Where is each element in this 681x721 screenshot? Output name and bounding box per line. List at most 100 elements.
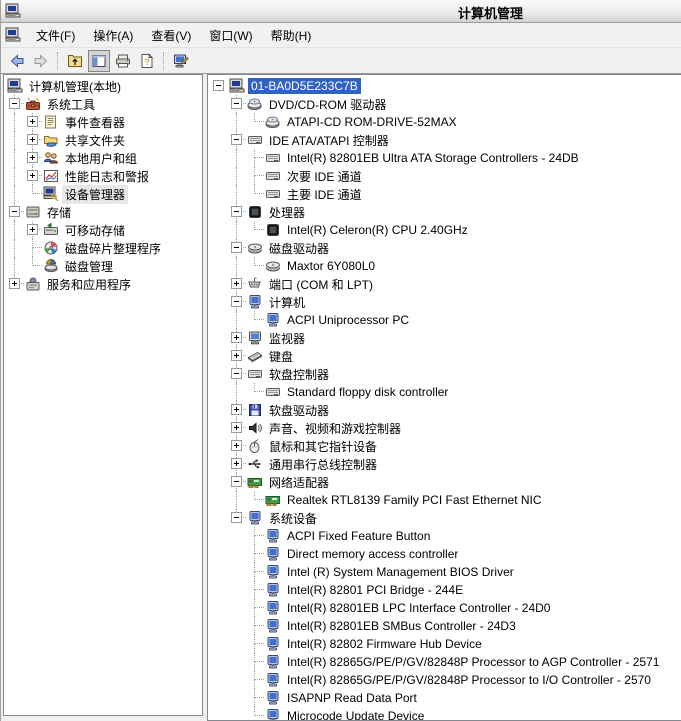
tree-node-label[interactable]: Direct memory access controller	[284, 546, 461, 562]
tree-node-label[interactable]: Standard floppy disk controller	[284, 384, 451, 400]
collapse-icon[interactable]	[231, 296, 242, 307]
tree-node-label[interactable]: 监视器	[266, 329, 308, 348]
tree-node-label[interactable]: IDE ATA/ATAPI 控制器	[266, 131, 392, 150]
computer-management-icon[interactable]	[5, 27, 21, 43]
menu-item-1[interactable]: 文件(F)	[27, 26, 84, 46]
collapse-icon[interactable]	[231, 476, 242, 487]
tree-node-label[interactable]: Maxtor 6Y080L0	[284, 258, 378, 274]
tree-node-label[interactable]: 磁盘管理	[62, 257, 116, 276]
expand-icon[interactable]	[27, 170, 38, 181]
tree-node-label[interactable]: ISAPNP Read Data Port	[284, 690, 420, 706]
tree-node: Intel(R) 82865G/PE/P/GV/82848P Processor…	[210, 671, 681, 689]
tree-node-label[interactable]: 共享文件夹	[62, 131, 128, 150]
expand-icon[interactable]	[27, 116, 38, 127]
system-tools-icon	[25, 96, 41, 112]
tree-node-label[interactable]: 存储	[44, 203, 74, 222]
collapse-icon[interactable]	[9, 98, 20, 109]
menu-item-2[interactable]: 操作(A)	[84, 26, 142, 46]
tree-node-label[interactable]: Microcode Update Device	[284, 708, 427, 721]
device-tree-panel: 01-BA0D5E233C7BDVD/CD-ROM 驱动器ATAPI-CD RO…	[207, 74, 681, 721]
tree-node-label[interactable]: 事件查看器	[62, 113, 128, 132]
tree-node-label[interactable]: ACPI Uniprocessor PC	[284, 312, 412, 328]
tree-node-label[interactable]: Intel(R) 82801EB SMBus Controller - 24D3	[284, 618, 519, 634]
tree-node-label[interactable]: 磁盘驱动器	[266, 239, 332, 258]
tree-node-label[interactable]: DVD/CD-ROM 驱动器	[266, 95, 389, 114]
expand-icon[interactable]	[231, 350, 242, 361]
tree-node-label[interactable]: 计算机	[266, 293, 308, 312]
tree-node-label[interactable]: 性能日志和警报	[62, 167, 152, 186]
collapse-icon[interactable]	[231, 242, 242, 253]
expand-icon[interactable]	[231, 332, 242, 343]
tree-node: 性能日志和警报	[6, 167, 202, 185]
tree-node-label[interactable]: 软盘控制器	[266, 365, 332, 384]
tree-connector	[210, 77, 228, 95]
tree-connector	[228, 203, 246, 221]
tree-node-label[interactable]: Intel(R) 82802 Firmware Hub Device	[284, 636, 485, 652]
expand-icon[interactable]	[9, 278, 20, 289]
tree-guide	[210, 455, 228, 473]
show-hide-tree-button[interactable]	[88, 50, 110, 72]
back-button[interactable]	[6, 50, 28, 72]
tree-guide	[228, 581, 246, 599]
tree-node-label[interactable]: 设备管理器	[62, 185, 128, 204]
tree-node-label[interactable]: 通用串行总线控制器	[266, 455, 380, 474]
tree-node-label[interactable]: Intel(R) 82801 PCI Bridge - 244E	[284, 582, 466, 598]
collapse-icon[interactable]	[231, 98, 242, 109]
tree-node: ACPI Uniprocessor PC	[210, 311, 681, 329]
expand-icon[interactable]	[231, 458, 242, 469]
menu-item-3[interactable]: 查看(V)	[142, 26, 200, 46]
tree-node-label[interactable]: Intel (R) System Management BIOS Driver	[284, 564, 517, 580]
tree-node-label[interactable]: Intel(R) Celeron(R) CPU 2.40GHz	[284, 222, 471, 238]
expand-icon[interactable]	[231, 278, 242, 289]
menu-item-5[interactable]: 帮助(H)	[262, 26, 321, 46]
tree-node-label[interactable]: 系统设备	[266, 509, 320, 528]
tree-node-label[interactable]: 可移动存储	[62, 221, 128, 240]
tree-node-label[interactable]: Realtek RTL8139 Family PCI Fast Ethernet…	[284, 492, 545, 508]
expand-icon[interactable]	[27, 152, 38, 163]
tree-node-label[interactable]: 键盘	[266, 347, 296, 366]
collapse-icon[interactable]	[9, 206, 20, 217]
tree-node-label[interactable]: Intel(R) 82801EB LPC Interface Controlle…	[284, 600, 553, 616]
tree-connector	[246, 599, 264, 617]
tree-node-label[interactable]: 软盘驱动器	[266, 401, 332, 420]
tree-node-label[interactable]: 主要 IDE 通道	[284, 185, 365, 204]
tree-node-label[interactable]: 本地用户和组	[62, 149, 140, 168]
console-button[interactable]	[170, 50, 192, 72]
tree-node-label[interactable]: 端口 (COM 和 LPT)	[266, 275, 376, 294]
tree-node-label[interactable]: 01-BA0D5E233C7B	[248, 78, 361, 94]
floppy-drive-icon	[247, 402, 263, 418]
collapse-icon[interactable]	[213, 80, 224, 91]
tree-node-label[interactable]: 鼠标和其它指针设备	[266, 437, 380, 456]
expand-icon[interactable]	[231, 440, 242, 451]
tree-node-label[interactable]: 次要 IDE 通道	[284, 167, 365, 186]
expand-icon[interactable]	[27, 224, 38, 235]
tree-node-label[interactable]: 处理器	[266, 203, 308, 222]
menu-item-4[interactable]: 窗口(W)	[200, 26, 261, 46]
device-manager-icon	[43, 186, 59, 202]
tree-node-label[interactable]: 网络适配器	[266, 473, 332, 492]
expand-icon[interactable]	[27, 134, 38, 145]
tree-node-label[interactable]: 服务和应用程序	[44, 275, 134, 294]
expand-icon[interactable]	[231, 422, 242, 433]
tree-node-label[interactable]: Intel(R) 82801EB Ultra ATA Storage Contr…	[284, 150, 582, 166]
tree-node-label[interactable]: ATAPI-CD ROM-DRIVE-52MAX	[284, 114, 460, 130]
tree-node-label[interactable]: 声音、视频和游戏控制器	[266, 419, 404, 438]
expand-icon[interactable]	[231, 404, 242, 415]
up-one-level-button[interactable]	[64, 50, 86, 72]
local-users-icon	[43, 150, 59, 166]
help-button[interactable]: ?	[136, 50, 158, 72]
tree-node: 计算机管理(本地)	[6, 77, 202, 95]
controller-icon	[265, 384, 281, 400]
tree-node-label[interactable]: 系统工具	[44, 95, 98, 114]
collapse-icon[interactable]	[231, 206, 242, 217]
print-button[interactable]	[112, 50, 134, 72]
tree-node-label[interactable]: Intel(R) 82865G/PE/P/GV/82848P Processor…	[284, 672, 654, 688]
collapse-icon[interactable]	[231, 134, 242, 145]
tree-node-label[interactable]: Intel(R) 82865G/PE/P/GV/82848P Processor…	[284, 654, 662, 670]
tree-node-label[interactable]: 磁盘碎片整理程序	[62, 239, 164, 258]
tree-node-label[interactable]: ACPI Fixed Feature Button	[284, 528, 433, 544]
collapse-icon[interactable]	[231, 512, 242, 523]
tree-connector	[246, 311, 264, 329]
tree-node-label[interactable]: 计算机管理(本地)	[26, 77, 124, 96]
collapse-icon[interactable]	[231, 368, 242, 379]
